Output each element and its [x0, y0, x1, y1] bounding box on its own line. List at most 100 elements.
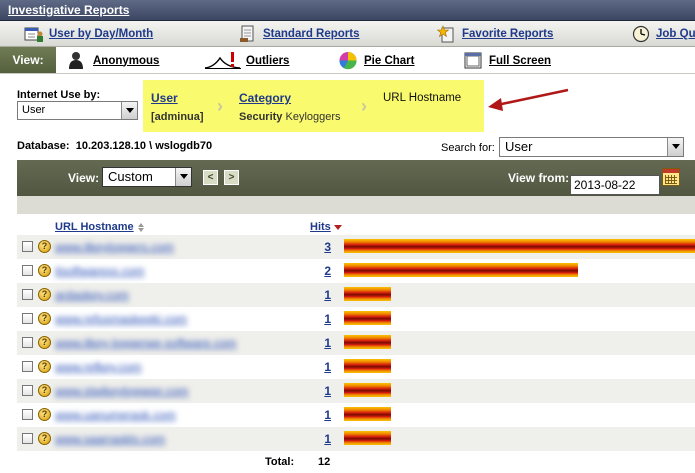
question-icon[interactable]: ?	[38, 288, 51, 301]
next-period-button[interactable]: >	[224, 170, 239, 185]
row-checkbox[interactable]	[22, 337, 33, 348]
chevron-down-icon	[121, 102, 137, 119]
url-hostname-link[interactable]: itsoftwarexx.com	[55, 264, 144, 278]
table-row: ? www.uanumerask.com 1	[17, 403, 695, 427]
previous-period-button[interactable]: <	[203, 170, 218, 185]
outliers-chart-icon	[204, 51, 242, 70]
calendar-icon[interactable]	[662, 168, 680, 186]
hits-link[interactable]: 3	[317, 240, 331, 254]
view-range-selected: Custom	[108, 169, 153, 184]
outliers-label: Outliers	[246, 54, 290, 67]
view-label: View:	[0, 47, 56, 73]
anonymous-link[interactable]: Anonymous	[67, 51, 159, 70]
pie-chart-label: Pie Chart	[364, 54, 415, 67]
view-control-bar: View: Custom < > View from: 2013-08-22	[17, 160, 695, 196]
url-hostname-link[interactable]: ardaskey.com	[55, 288, 129, 302]
url-hostname-link[interactable]: www.refusmaskeeki.com	[55, 312, 187, 326]
view-from-date-input[interactable]: 2013-08-22	[570, 175, 660, 195]
outliers-link[interactable]: Outliers	[204, 51, 289, 70]
hits-link[interactable]: 2	[317, 264, 331, 278]
pie-chart-link[interactable]: Pie Chart	[338, 51, 415, 70]
question-icon[interactable]: ?	[38, 312, 51, 325]
url-hostname-link[interactable]: www.refkey.com	[55, 360, 141, 374]
hits-link[interactable]: 1	[317, 312, 331, 326]
standard-reports-link[interactable]: Standard Reports	[238, 25, 360, 43]
hits-bar	[344, 407, 391, 421]
search-for-selected: User	[505, 139, 533, 154]
category-group: Security	[239, 111, 283, 123]
search-for-select[interactable]: User	[499, 137, 684, 157]
breadcrumb-chevron-icon: ›	[217, 96, 223, 116]
full-screen-icon	[463, 51, 485, 70]
hits-bar	[344, 311, 391, 325]
url-hostname-link[interactable]: www.saarrasklo.com	[55, 432, 165, 446]
annotation-arrow-icon	[488, 88, 569, 111]
question-icon[interactable]: ?	[38, 264, 51, 277]
job-queue-link[interactable]: Job Qu	[631, 25, 695, 43]
hits-bar	[344, 359, 391, 373]
hits-bar	[344, 239, 695, 253]
user-by-day-month-link[interactable]: User by Day/Month	[24, 25, 153, 43]
hits-link[interactable]: 1	[317, 360, 331, 374]
table-row: ? www.stwikeyloggeer.com 1	[17, 379, 695, 403]
hits-link[interactable]: 1	[317, 408, 331, 422]
favorite-reports-label: Favorite Reports	[462, 28, 554, 40]
total-label: Total:	[265, 456, 295, 468]
user-by-day-month-label: User by Day/Month	[49, 28, 154, 40]
anonymous-label: Anonymous	[93, 54, 160, 67]
row-checkbox[interactable]	[22, 385, 33, 396]
column-header-hits-label: Hits	[310, 221, 331, 233]
row-checkbox[interactable]	[22, 241, 33, 252]
menu-bar: User by Day/Month Standard Reports Favor…	[0, 21, 695, 47]
anonymous-user-icon	[67, 51, 89, 70]
search-for-label: Search for:	[441, 142, 495, 154]
document-icon	[238, 25, 258, 43]
view-from-label: View from:	[508, 171, 570, 185]
row-checkbox[interactable]	[22, 289, 33, 300]
full-screen-link[interactable]: Full Screen	[463, 51, 551, 70]
row-checkbox[interactable]	[22, 361, 33, 372]
hits-link[interactable]: 1	[317, 384, 331, 398]
question-icon[interactable]: ?	[38, 240, 51, 253]
sort-icon	[137, 222, 146, 232]
url-hostname-link[interactable]: www.stwikeyloggeer.com	[55, 384, 188, 398]
star-document-icon	[436, 25, 457, 43]
breadcrumb-user-link[interactable]: User	[151, 91, 178, 105]
total-value: 12	[318, 456, 331, 468]
standard-reports-label: Standard Reports	[263, 28, 360, 40]
full-screen-label: Full Screen	[489, 54, 551, 67]
hits-bar	[344, 335, 391, 349]
chevron-down-icon	[667, 138, 683, 156]
title-bar: Investigative Reports	[0, 0, 695, 21]
hits-link[interactable]: 1	[317, 432, 331, 446]
url-hostname-link[interactable]: www.itkeyloggers.com	[55, 240, 174, 254]
breadcrumb-current: URL Hostname	[383, 92, 462, 104]
column-header-url-hostname[interactable]: URL Hostname	[55, 221, 146, 233]
row-checkbox[interactable]	[22, 433, 33, 444]
hits-link[interactable]: 1	[317, 336, 331, 350]
row-checkbox[interactable]	[22, 265, 33, 276]
view-range-select[interactable]: Custom	[102, 167, 192, 187]
url-hostname-link[interactable]: www.itkey-loggerwe-software.com	[55, 336, 236, 350]
internet-use-label: Internet Use by:	[17, 89, 101, 101]
breadcrumb-category-link[interactable]: Category	[239, 91, 291, 105]
pie-chart-icon	[338, 51, 360, 70]
row-checkbox[interactable]	[22, 409, 33, 420]
hits-bar	[344, 263, 578, 277]
column-header-hits[interactable]: Hits	[310, 221, 343, 233]
toolbar-strip	[17, 196, 695, 214]
question-icon[interactable]: ?	[38, 408, 51, 421]
hits-link[interactable]: 1	[317, 288, 331, 302]
question-icon[interactable]: ?	[38, 384, 51, 397]
table-row: ? www.itkeyloggers.com 3	[17, 235, 695, 259]
url-hostname-link[interactable]: www.uanumerask.com	[55, 408, 176, 422]
window-title[interactable]: Investigative Reports	[8, 3, 129, 17]
favorite-reports-link[interactable]: Favorite Reports	[436, 25, 554, 43]
internet-use-select[interactable]: User	[17, 101, 138, 120]
question-icon[interactable]: ?	[38, 432, 51, 445]
question-icon[interactable]: ?	[38, 360, 51, 373]
question-icon[interactable]: ?	[38, 336, 51, 349]
view-bar: View: Anonymous Outliers Pie Chart Full …	[0, 47, 695, 74]
internet-use-selected: User	[22, 104, 46, 116]
row-checkbox[interactable]	[22, 313, 33, 324]
